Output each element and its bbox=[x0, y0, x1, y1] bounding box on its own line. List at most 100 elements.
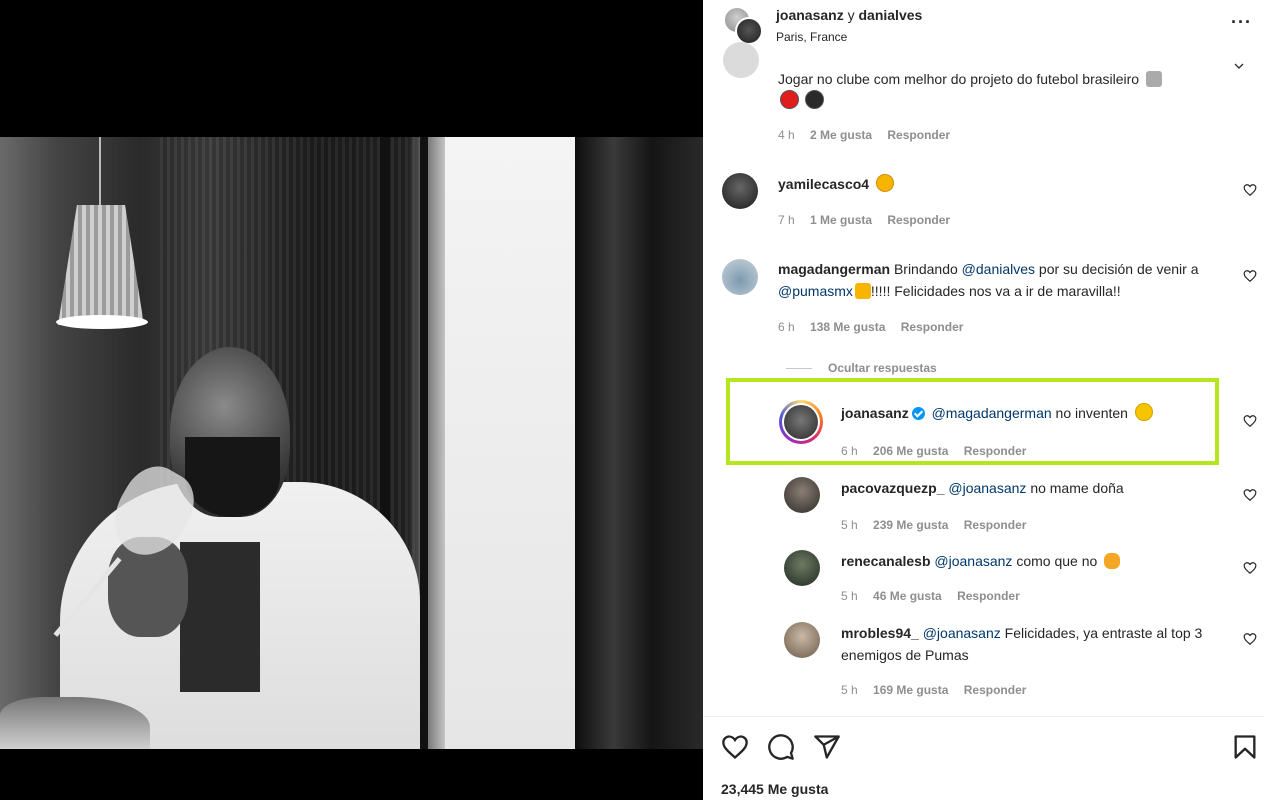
chevron-down-icon[interactable] bbox=[1233, 60, 1245, 72]
mention-link[interactable]: @joanasanz bbox=[934, 553, 1012, 569]
avatar[interactable] bbox=[722, 173, 758, 209]
heart-icon[interactable] bbox=[1243, 632, 1257, 646]
total-likes[interactable]: 23,445 Me gusta bbox=[721, 781, 828, 797]
photo-person-shirt bbox=[180, 542, 260, 692]
share-icon[interactable] bbox=[813, 733, 841, 761]
avatar[interactable] bbox=[779, 400, 823, 444]
comment-meta: 6 h 206 Me gusta Responder bbox=[841, 444, 1038, 458]
comment-time[interactable]: 4 h bbox=[778, 128, 795, 142]
comment-time[interactable]: 6 h bbox=[841, 444, 858, 458]
photo-frame bbox=[420, 137, 428, 749]
comment-time[interactable]: 5 h bbox=[841, 589, 858, 603]
comment-meta: 5 h 239 Me gusta Responder bbox=[841, 518, 1038, 532]
comment-likes[interactable]: 46 Me gusta bbox=[873, 589, 942, 603]
comment-text: Jogar no clube com melhor do projeto do … bbox=[778, 68, 1223, 112]
comment-likes[interactable]: 1 Me gusta bbox=[810, 213, 872, 227]
heart-icon[interactable] bbox=[1243, 488, 1257, 502]
reply-item: joanasanz @magadangerman no inventen 6 h… bbox=[703, 398, 1264, 468]
comment-text: renecanalesb @joanasanz como que no bbox=[841, 550, 1121, 572]
cat-face-emoji-icon bbox=[1104, 553, 1121, 569]
red-circle-emoji-icon bbox=[780, 90, 799, 109]
instagram-post-view: joanasanz y danialves Paris, France ··· … bbox=[0, 0, 1264, 800]
post-authors: joanasanz y danialves bbox=[776, 7, 922, 23]
mention-link[interactable]: @danialves bbox=[962, 261, 1035, 277]
mention-link[interactable]: @joanasanz bbox=[923, 625, 1001, 641]
comment-time[interactable]: 5 h bbox=[841, 683, 858, 697]
divider bbox=[786, 368, 812, 369]
comment-likes[interactable]: 169 Me gusta bbox=[873, 683, 948, 697]
comment-username[interactable]: magadangerman bbox=[778, 261, 890, 277]
avatar[interactable] bbox=[784, 477, 820, 513]
avatar[interactable] bbox=[784, 550, 820, 586]
mention-link[interactable]: @joanasanz bbox=[948, 480, 1026, 496]
reply-button[interactable]: Responder bbox=[957, 589, 1020, 603]
comment-time[interactable]: 5 h bbox=[841, 518, 858, 532]
scream-emoji-icon bbox=[854, 283, 871, 299]
post-actions bbox=[703, 730, 1264, 764]
post-media bbox=[0, 0, 703, 800]
heart-icon[interactable] bbox=[721, 733, 749, 761]
comment-icon[interactable] bbox=[767, 733, 795, 761]
divider bbox=[703, 716, 1264, 717]
photo-curtain bbox=[575, 137, 703, 749]
comment-body: Felicidades, ya entraste al top bbox=[1004, 625, 1191, 641]
comment-text: magadangerman Brindando @danialves por s… bbox=[778, 258, 1218, 302]
comment-likes[interactable]: 2 Me gusta bbox=[810, 128, 872, 142]
comment-meta: 4 h 2 Me gusta Responder bbox=[778, 128, 962, 142]
verified-badge-icon bbox=[911, 407, 925, 420]
avatar[interactable] bbox=[723, 42, 759, 78]
comment-text: mrobles94_ @joanasanz Felicidades, ya en… bbox=[841, 622, 1236, 666]
comment-time[interactable]: 6 h bbox=[778, 320, 795, 334]
heart-icon[interactable] bbox=[1243, 414, 1257, 428]
comment-item: yamilecasco4 7 h 1 Me gusta Responder bbox=[703, 170, 1264, 240]
comment-username[interactable]: renecanalesb bbox=[841, 553, 931, 569]
comment-likes[interactable]: 138 Me gusta bbox=[810, 320, 885, 334]
hide-replies-button[interactable]: Ocultar respuestas bbox=[828, 361, 937, 375]
more-options-icon[interactable]: ··· bbox=[1231, 12, 1252, 33]
author-username[interactable]: joanasanz bbox=[776, 7, 844, 23]
comments-panel: joanasanz y danialves Paris, France ··· … bbox=[703, 0, 1264, 800]
bookmark-icon[interactable] bbox=[1231, 733, 1259, 761]
reply-button[interactable]: Responder bbox=[964, 683, 1027, 697]
post-location[interactable]: Paris, France bbox=[776, 30, 847, 44]
photo-foreground bbox=[0, 697, 150, 749]
author-username[interactable]: danialves bbox=[858, 7, 922, 23]
reply-item: mrobles94_ @joanasanz Felicidades, ya en… bbox=[703, 621, 1264, 701]
reply-button[interactable]: Responder bbox=[964, 444, 1027, 458]
comment-username[interactable]: joanasanz bbox=[841, 405, 909, 421]
reply-button[interactable]: Responder bbox=[964, 518, 1027, 532]
avatar[interactable] bbox=[722, 259, 758, 295]
comment-item: magadangerman Brindando @danialves por s… bbox=[703, 256, 1264, 346]
comment-body: no mame doña bbox=[1030, 480, 1124, 496]
comment-username[interactable]: mrobles94_ bbox=[841, 625, 919, 641]
comment-text: yamilecasco4 bbox=[778, 173, 894, 195]
comment-likes[interactable]: 206 Me gusta bbox=[873, 444, 948, 458]
comment-username[interactable]: yamilecasco4 bbox=[778, 176, 869, 192]
photo-window bbox=[445, 137, 580, 749]
reply-button[interactable]: Responder bbox=[887, 213, 950, 227]
avatar[interactable] bbox=[735, 17, 763, 45]
reply-item: renecanalesb @joanasanz como que no 5 h … bbox=[703, 549, 1264, 609]
reply-button[interactable]: Responder bbox=[887, 128, 950, 142]
laughing-emoji-icon bbox=[1134, 403, 1153, 421]
comment-meta: 7 h 1 Me gusta Responder bbox=[778, 213, 962, 227]
comment-item: Jogar no clube com melhor do projeto do … bbox=[703, 42, 1264, 152]
photo-lamp-cord bbox=[99, 137, 101, 207]
mention-link[interactable]: @magadangerman bbox=[932, 405, 1052, 421]
heart-icon[interactable] bbox=[1243, 269, 1257, 283]
mention-link[interactable]: @pumasmx bbox=[778, 283, 853, 299]
heart-icon[interactable] bbox=[1243, 561, 1257, 575]
comment-time[interactable]: 7 h bbox=[778, 213, 795, 227]
comment-likes[interactable]: 239 Me gusta bbox=[873, 518, 948, 532]
reply-button[interactable]: Responder bbox=[901, 320, 964, 334]
tornado-emoji-icon bbox=[1146, 71, 1162, 87]
comment-username[interactable]: pacovazquezp_ bbox=[841, 480, 944, 496]
black-circle-emoji-icon bbox=[804, 90, 824, 109]
photo-lamp bbox=[58, 205, 144, 325]
heart-icon[interactable] bbox=[1243, 183, 1257, 197]
post-photo[interactable] bbox=[0, 137, 703, 749]
comment-meta: 6 h 138 Me gusta Responder bbox=[778, 320, 975, 334]
comment-meta: 5 h 169 Me gusta Responder bbox=[841, 683, 1038, 697]
comment-text: pacovazquezp_ @joanasanz no mame doña bbox=[841, 477, 1124, 499]
avatar[interactable] bbox=[784, 622, 820, 658]
